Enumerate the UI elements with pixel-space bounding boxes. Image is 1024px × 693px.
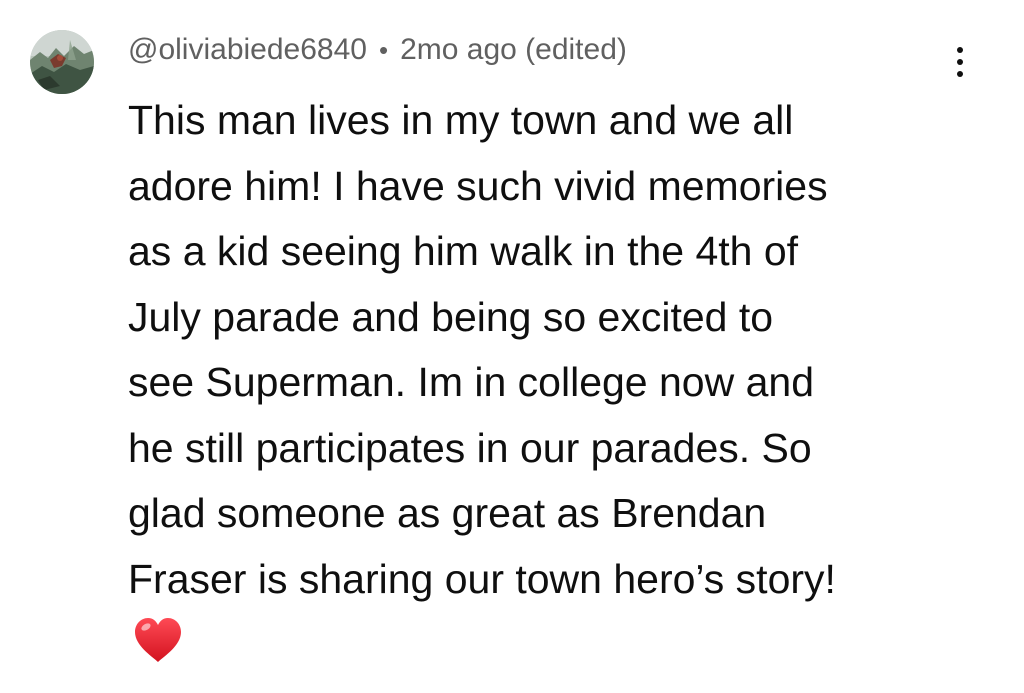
comment-text-line: This man lives in my town and we all (128, 97, 794, 143)
more-vertical-icon-dot (957, 59, 963, 65)
avatar[interactable] (30, 30, 94, 94)
more-vertical-icon-dot (957, 71, 963, 77)
comment-header: @oliviabiede6840 • 2mo ago (edited) (128, 30, 627, 70)
comment-text-line: glad someone as great as Brendan (128, 490, 767, 536)
comment-text-line: adore him! I have such vivid memories (128, 162, 828, 209)
red-heart-icon (131, 614, 185, 668)
separator-dot: • (378, 34, 389, 65)
comment-text-line: Fraser is sharing our town hero’s story! (128, 555, 836, 602)
comment-timestamp[interactable]: 2mo ago (edited) (400, 33, 627, 67)
comment-thread-item: @oliviabiede6840 • 2mo ago (edited) This… (0, 0, 1024, 693)
avatar-image (30, 30, 94, 94)
comment-text-line: as a kid seeing him walk in the 4th of (128, 228, 799, 274)
more-options-button[interactable] (940, 40, 980, 84)
comment-text-line: he still participates in our parades. So (128, 424, 812, 471)
comment-text-line: see Superman. Im in college now and (128, 359, 815, 405)
comment-text: This man lives in my town and we all ado… (128, 88, 1008, 612)
more-vertical-icon (957, 47, 963, 53)
comment-text-line: July parade and being so excited to (128, 293, 774, 340)
author-name[interactable]: @oliviabiede6840 (128, 33, 367, 67)
